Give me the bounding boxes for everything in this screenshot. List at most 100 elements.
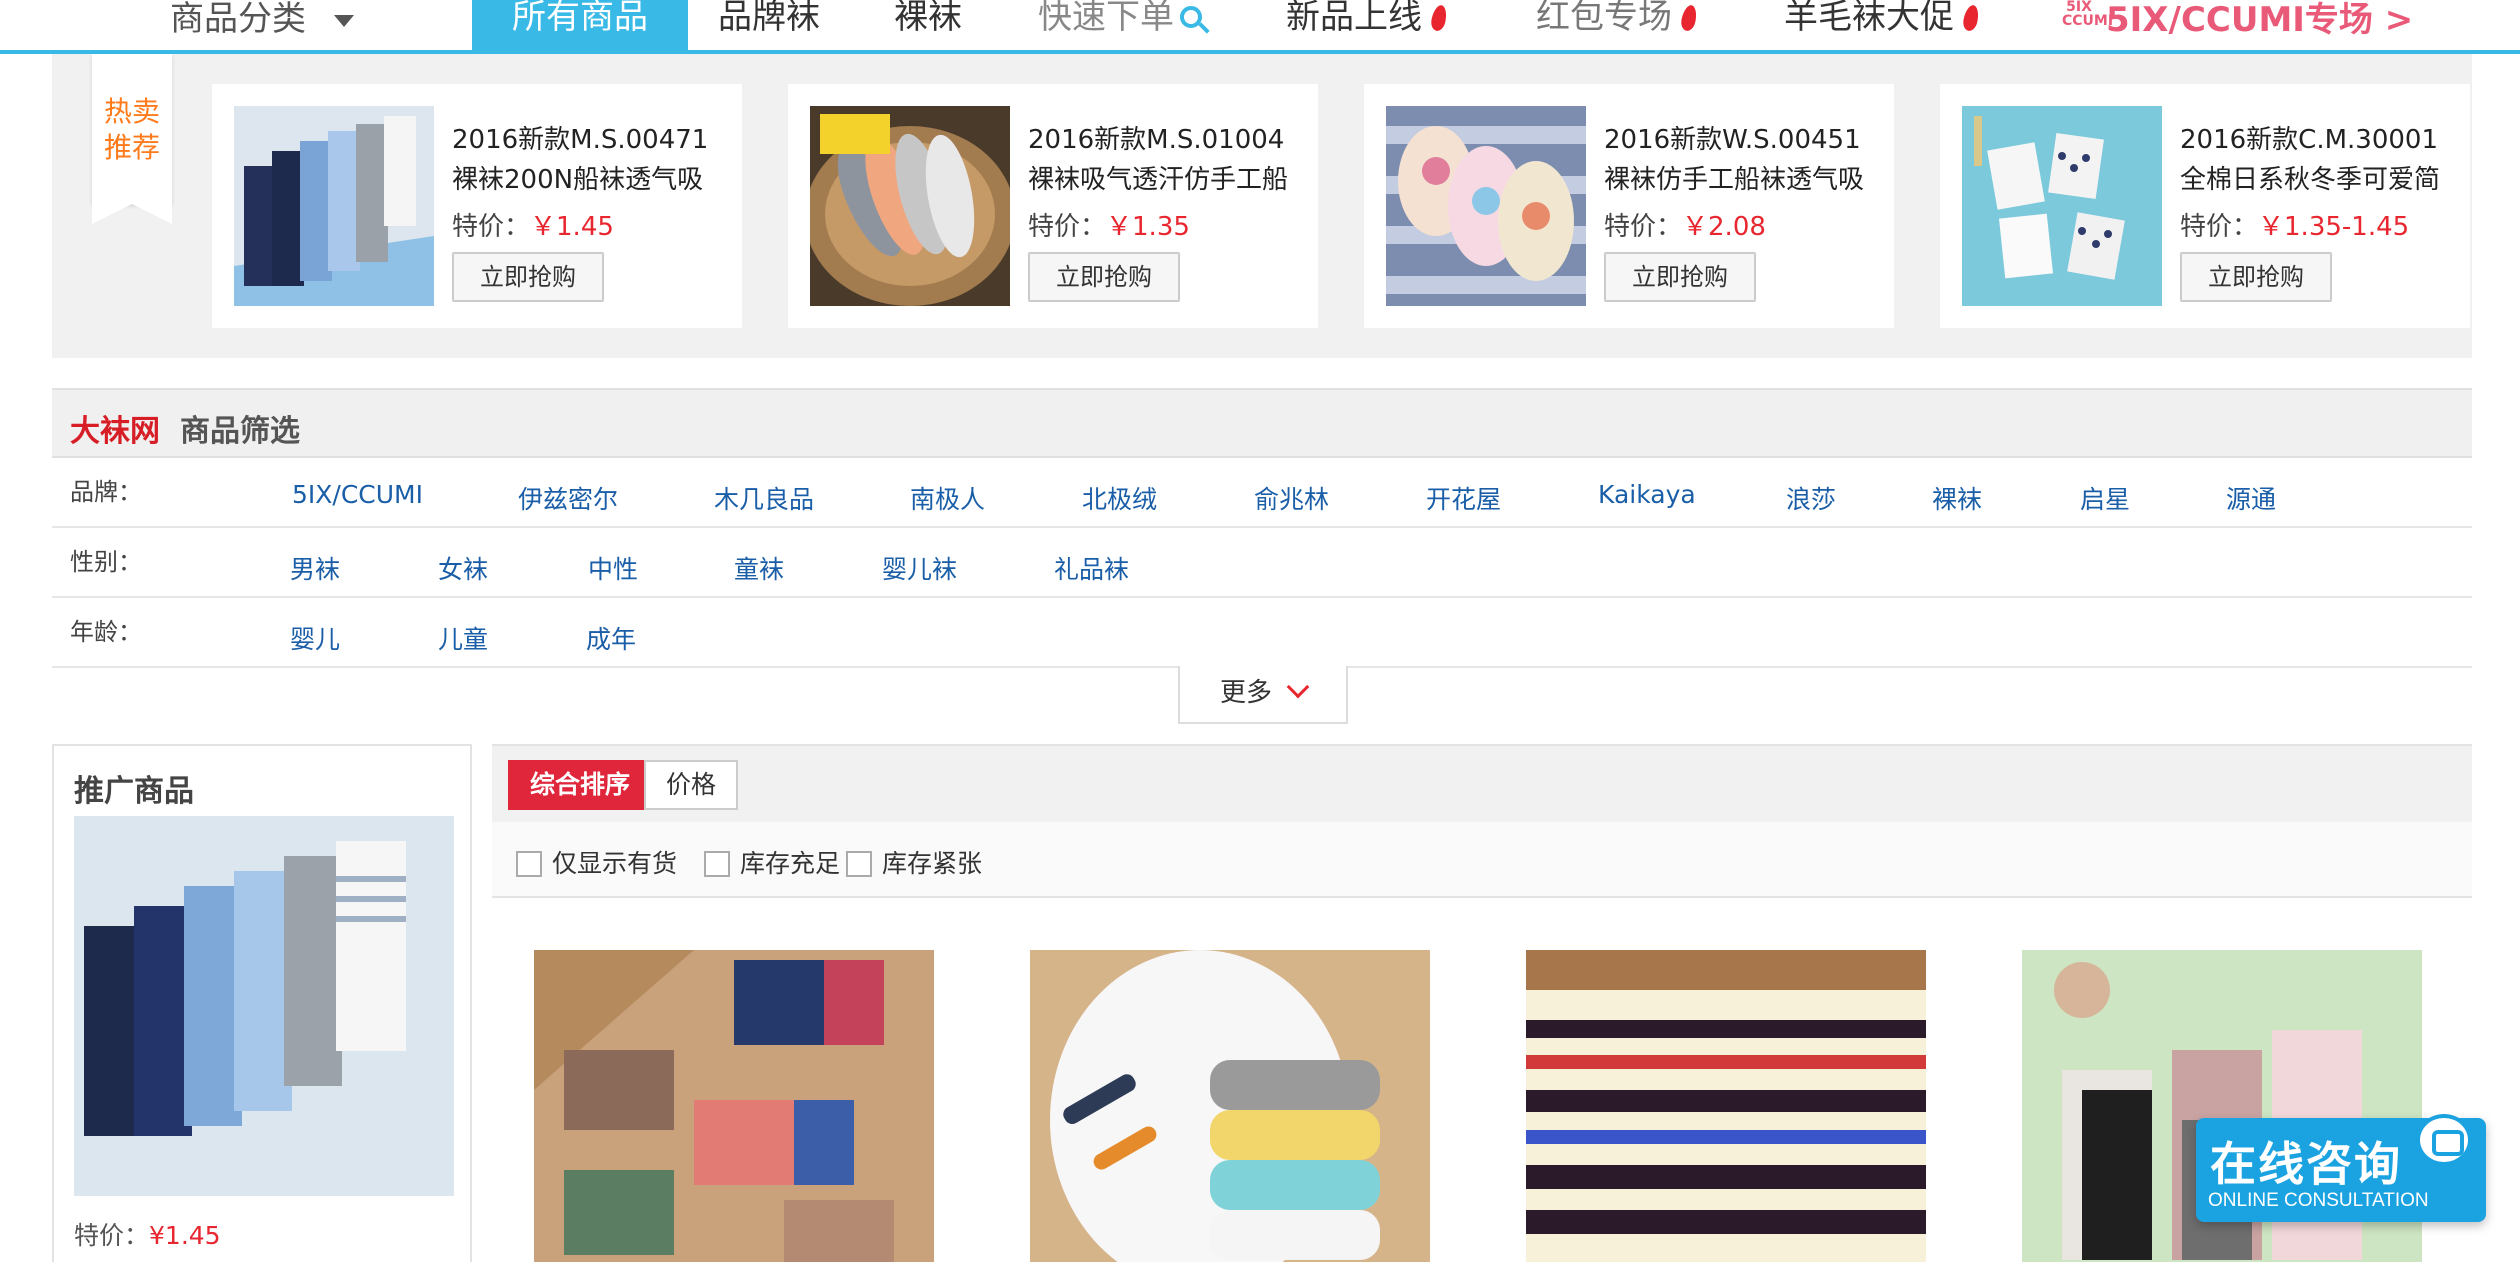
promo-product-image[interactable] [74,816,454,1196]
online-consultation-button[interactable]: 在线咨询 ONLINE CONSULTATION [2196,1114,2486,1222]
filter-option[interactable]: 源通 [2226,480,2276,516]
price-value: ￥1.45 [530,212,614,242]
filter-option[interactable]: 开花屋 [1426,480,1501,516]
filter-option[interactable]: 启星 [2080,480,2130,516]
category-dropdown[interactable]: 商品分类 [170,0,354,50]
product-price: 特价：￥1.35 [1028,206,1190,243]
filter-option[interactable]: 木几良品 [714,480,814,516]
filter-option[interactable]: 婴儿袜 [882,550,957,586]
price-label: 特价： [1604,212,1683,242]
hot-product-card: 2016新款M.S.01004裸袜吸气透汗仿手工船袜棉 特价：￥1.35 立即抢… [788,84,1318,328]
filter-row-brand: 品牌： 5IX/CCUMI 伊兹密尔 木几良品 南极人 北极绒 俞兆林 开花屋 … [52,458,2472,528]
filter-title: 商品筛选 [180,414,300,449]
price-label: 特价： [2180,212,2259,242]
product-grid-image[interactable] [1526,950,1926,1262]
hot-recommend-ribbon: 热卖推荐 [92,54,172,224]
nav-item-label: 所有商品 [512,0,648,37]
nav-item-bare-socks[interactable]: 裸袜 [894,0,962,50]
filter-option[interactable]: 南极人 [910,480,985,516]
hot-product-card: 2016新款W.S.00451裸袜仿手工船袜透气吸汗韩 特价：￥2.08 立即抢… [1364,84,1894,328]
promoted-products-panel: 推广商品 特价：¥1.45 [52,744,472,1262]
product-image[interactable] [1386,106,1586,306]
filter-option[interactable]: 男袜 [290,550,340,586]
nav-item-wool-socks-sale[interactable]: 羊毛袜大促 [1784,0,1981,50]
nav-item-label: 红包专场 [1536,0,1672,37]
product-image[interactable] [810,106,1010,306]
fire-icon [1679,3,1699,33]
price-value: ¥1.45 [149,1221,221,1250]
price-value: ￥1.35-1.45 [2258,212,2410,242]
nav-item-label: 5IX/CCUMI专场 > [2106,0,2414,40]
stock-sufficient-checkbox[interactable]: 库存充足 [704,844,840,880]
in-stock-only-checkbox[interactable]: 仅显示有货 [516,844,677,880]
product-price: 特价：￥2.08 [1604,206,1766,243]
nav-item-label: 羊毛袜大促 [1784,0,1954,37]
chevron-down-icon [1286,675,1310,699]
checkbox-icon [846,851,872,877]
checkbox-label: 库存充足 [740,849,841,878]
chevron-down-icon [334,14,354,27]
nav-item-label: 品牌袜 [718,0,820,37]
price-label: 特价： [452,212,531,242]
filter-option[interactable]: 礼品袜 [1054,550,1129,586]
fire-icon [1961,3,1981,33]
filter-header: 大袜网 商品筛选 [52,388,2472,458]
filter-option[interactable]: 成年 [586,620,636,656]
consult-label-en: ONLINE CONSULTATION [2208,1190,2429,1211]
brand-logo-icon: 5IX CCUMI [2062,0,2114,29]
hot-recommend-label: 热卖推荐 [103,95,160,164]
search-icon [1180,6,1202,28]
nav-item-quick-order[interactable]: 快速下单 [1038,0,1202,50]
filter-option[interactable]: 童袜 [734,550,784,586]
stock-filter-bar: 仅显示有货 库存充足 库存紧张 [492,822,2472,898]
filter-option[interactable]: 女袜 [438,550,488,586]
filter-row-gender: 性别： 男袜 女袜 中性 童袜 婴儿袜 礼品袜 [52,528,2472,598]
nav-item-brand-zone[interactable]: 5IX CCUMI5IX/CCUMI专场 > [2062,0,2413,50]
price-label: 特价： [74,1221,150,1250]
filter-option[interactable]: 儿童 [438,620,488,656]
chat-bubble-icon [2416,1114,2472,1166]
promo-price: 特价：¥1.45 [74,1216,221,1252]
product-image[interactable] [234,106,434,306]
hot-product-card: 2016新款C.M.30001全棉日系秋冬季可爱简约童 特价：￥1.35-1.4… [1940,84,2470,328]
filter-option[interactable]: 中性 [588,550,638,586]
filter-option[interactable]: 北极绒 [1082,480,1157,516]
hot-product-card: 2016新款M.S.00471裸袜200N船袜透气吸汗棉 特价：￥1.45 立即… [212,84,742,328]
product-price: 特价：￥1.35-1.45 [2180,206,2409,243]
nav-item-all-products[interactable]: 所有商品 [472,0,688,50]
buy-now-button[interactable]: 立即抢购 [1028,252,1180,302]
product-image[interactable] [1962,106,2162,306]
hot-recommend-section: 热卖推荐 2016新款M.S.00471裸袜200N船袜透气吸汗棉 特价：￥1.… [52,54,2472,358]
filter-option[interactable]: 裸袜 [1932,480,1982,516]
nav-item-red-packet[interactable]: 红包专场 [1536,0,1699,50]
nav-item-label: 快速下单 [1038,0,1174,37]
checkbox-label: 仅显示有货 [552,849,678,878]
product-grid-image[interactable] [534,950,934,1262]
product-price: 特价：￥1.45 [452,206,614,243]
filter-option[interactable]: 浪莎 [1786,480,1836,516]
buy-now-button[interactable]: 立即抢购 [452,252,604,302]
product-title[interactable]: 2016新款W.S.00451裸袜仿手工船袜透气吸汗韩 [1604,120,1879,200]
filter-row-age: 年龄： 婴儿 儿童 成年 [52,598,2472,668]
checkbox-icon [704,851,730,877]
filter-option[interactable]: 5IX/CCUMI [292,480,423,509]
sort-default-button[interactable]: 综合排序 [508,760,653,810]
product-grid-image[interactable] [1030,950,1430,1262]
buy-now-button[interactable]: 立即抢购 [1604,252,1756,302]
buy-now-button[interactable]: 立即抢购 [2180,252,2332,302]
product-title[interactable]: 2016新款M.S.01004裸袜吸气透汗仿手工船袜棉 [1028,120,1303,200]
product-title[interactable]: 2016新款M.S.00471裸袜200N船袜透气吸汗棉 [452,120,727,200]
sort-bar: 综合排序 价格 [492,744,2472,822]
nav-item-new-arrivals[interactable]: 新品上线 [1286,0,1449,50]
promo-title: 推广商品 [74,774,194,809]
filter-option[interactable]: Kaikaya [1598,480,1696,509]
nav-item-brand-socks[interactable]: 品牌袜 [718,0,820,50]
product-filter: 大袜网 商品筛选 品牌： 5IX/CCUMI 伊兹密尔 木几良品 南极人 北极绒… [52,388,2472,668]
more-filters-button[interactable]: 更多 [1178,666,1348,724]
stock-low-checkbox[interactable]: 库存紧张 [846,844,982,880]
filter-option[interactable]: 婴儿 [290,620,340,656]
filter-option[interactable]: 俞兆林 [1254,480,1329,516]
filter-option[interactable]: 伊兹密尔 [518,480,618,516]
product-title[interactable]: 2016新款C.M.30001全棉日系秋冬季可爱简约童 [2180,120,2455,200]
sort-price-button[interactable]: 价格 [644,760,739,810]
